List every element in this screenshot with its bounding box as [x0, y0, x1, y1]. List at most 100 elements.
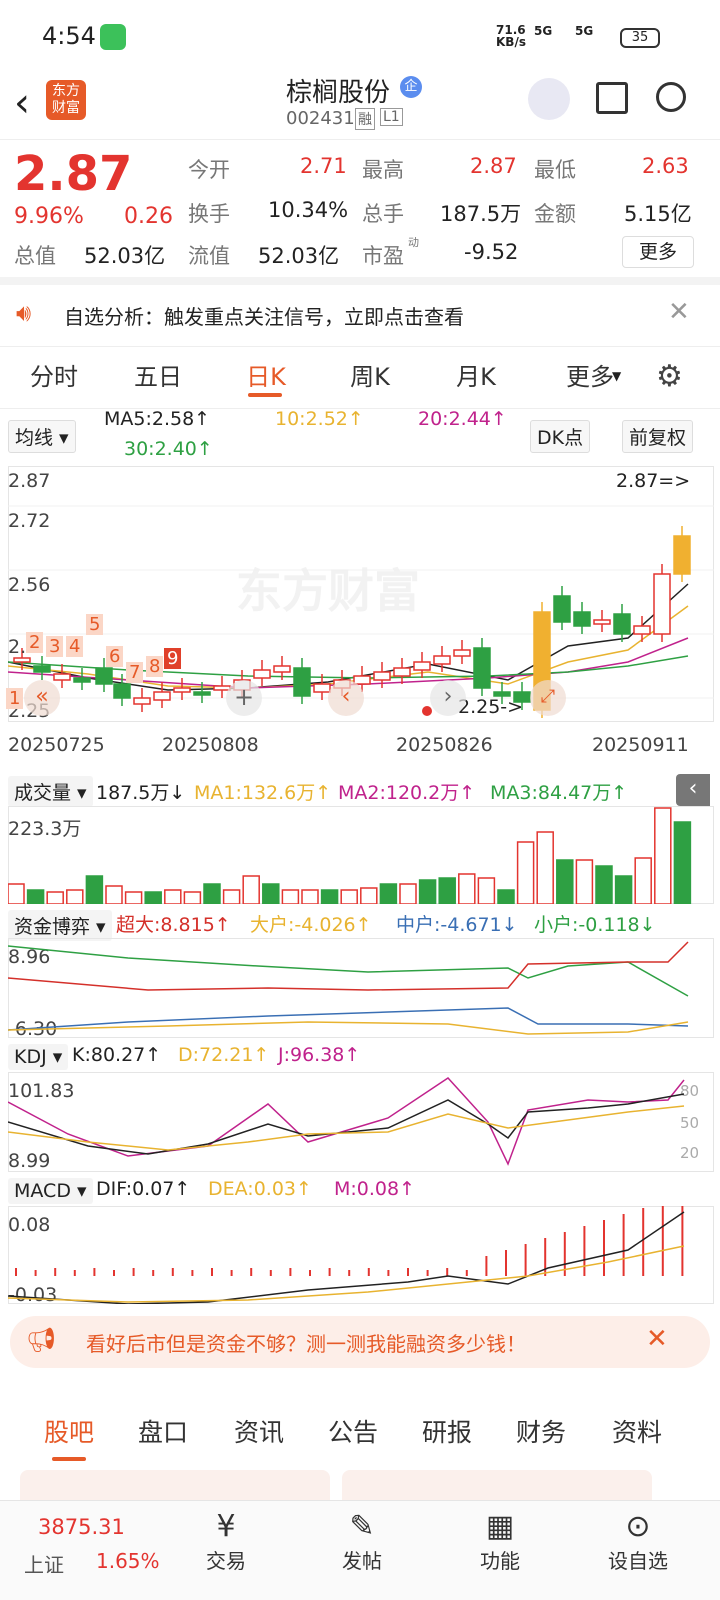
battery-icon: 35 [620, 28, 660, 48]
kdj-k: K:80.27↑ [72, 1044, 162, 1066]
volume-value: 187.5万 [440, 202, 522, 226]
functions-button[interactable]: ▦ 功能 [440, 1509, 560, 1574]
pe-label: 市盈 [362, 244, 404, 268]
macd-dea-line [8, 1245, 685, 1303]
kdj-j: J:96.38↑ [278, 1044, 361, 1066]
close-icon[interactable]: ✕ [646, 1324, 668, 1354]
volume-bar [379, 883, 398, 904]
fullscreen-icon[interactable]: ⤢ [530, 680, 566, 716]
tab-profile[interactable]: 资料 [592, 1405, 682, 1461]
volume-bar [497, 889, 515, 904]
candle-body [53, 673, 71, 681]
volume-bar [654, 807, 672, 904]
macd-chart [8, 1206, 685, 1304]
stock-title: 棕榈股份 [286, 78, 391, 108]
trade-button[interactable]: ¥ 交易 [166, 1509, 286, 1574]
event-dot[interactable] [422, 706, 432, 716]
volume-bar [399, 883, 417, 904]
tab-announcements[interactable]: 公告 [308, 1405, 398, 1461]
search-icon[interactable] [656, 82, 686, 112]
index-value[interactable]: 3875.31 [38, 1515, 125, 1539]
content-tabs: 股吧 盘口 资讯 公告 研报 财务 资料 [0, 1405, 720, 1465]
tab-daily-k[interactable]: 日K [226, 347, 306, 407]
volume-bar [262, 883, 280, 904]
tab-research[interactable]: 研报 [402, 1405, 492, 1461]
add-watchlist-button[interactable]: ⊙ 设自选 [578, 1509, 698, 1574]
alert-banner[interactable]: 🔊︎ 自选分析：触发重点关注信号，立即点击查看 ✕ [0, 285, 720, 347]
volume-bar [242, 875, 260, 904]
signal-label: 5 [86, 614, 104, 635]
post-button[interactable]: ✎ 发帖 [302, 1509, 422, 1574]
macd-selector[interactable]: MACD ▾ [8, 1178, 93, 1204]
float-value: 52.03亿 [258, 244, 340, 268]
macd-m: M:0.08↑ [334, 1178, 416, 1200]
prev-icon[interactable]: ‹ [328, 680, 364, 716]
candle-body [633, 625, 651, 635]
margin-banner-text: 看好后市但是资金不够？测一测我能融资多少钱！ [86, 1332, 526, 1356]
ma-selector[interactable]: 均线 ▾ [8, 420, 76, 453]
fund-selector[interactable]: 资金博弈 ▾ [8, 910, 112, 941]
signal-5g-1: 5G [534, 24, 553, 38]
forward-adjust-button[interactable]: 前复权 [622, 420, 694, 453]
net-speed: 71.6 KB/s [496, 23, 526, 49]
forum-card-peek [342, 1470, 652, 1500]
bottom-toolbar: 3875.31 上证 1.65% ¥ 交易 ✎ 发帖 ▦ 功能 ⊙ 设自选 [0, 1500, 720, 1600]
change-pct: 9.96% [14, 204, 84, 229]
candle-body [413, 661, 431, 671]
signal-label: 2 [26, 632, 44, 653]
close-icon[interactable]: ✕ [668, 297, 690, 327]
quote-panel: 2.87 9.96% 0.26 今开 2.71 最高 2.87 最低 2.63 … [0, 140, 720, 285]
volume-selector[interactable]: 成交量 ▾ [8, 776, 93, 807]
scroll-start-icon[interactable]: « [24, 680, 60, 716]
volume-bar [203, 883, 221, 904]
collapse-panel-icon[interactable]: ‹ [676, 774, 710, 806]
dk-point-button[interactable]: DK点 [530, 420, 591, 453]
margin-banner[interactable]: 📢︎ 看好后市但是资金不够？测一测我能融资多少钱！ ✕ [10, 1316, 710, 1368]
content-tab-indicator [52, 1457, 86, 1461]
ma30-value: 30:2.40↑ [124, 438, 213, 460]
clock: 4:54 [42, 22, 96, 50]
open-value: 2.71 [300, 154, 347, 178]
gear-icon[interactable]: ⚙ [656, 359, 683, 394]
volume-bar [575, 859, 594, 904]
tab-monthly-k[interactable]: 月K [436, 347, 516, 407]
tab-five-day[interactable]: 五日 [118, 347, 198, 407]
x-date-1: 20250725 [8, 734, 105, 756]
pe-superscript: 动 [408, 236, 419, 249]
grid-icon: ▦ [485, 1509, 515, 1544]
share-icon[interactable] [596, 82, 628, 114]
volume-ma3: MA3:84.47万↑ [490, 782, 628, 804]
candle-body [433, 655, 451, 665]
volume-bar [458, 873, 476, 904]
tab-forum[interactable]: 股吧 [24, 1405, 114, 1461]
tab-orderbook[interactable]: 盘口 [118, 1405, 208, 1461]
y-label-2: 2.72 [8, 510, 51, 532]
amount-value: 5.15亿 [624, 202, 692, 226]
more-button[interactable]: 更多 [622, 236, 694, 268]
candle-body [593, 619, 611, 625]
level-tag[interactable]: L1 [380, 108, 403, 126]
signal-5g-2: 5G [575, 24, 594, 38]
assistant-avatar[interactable] [528, 78, 570, 120]
kdj-selector[interactable]: KDJ ▾ [8, 1044, 69, 1070]
megaphone-icon: 📢︎ [26, 1326, 57, 1354]
volume-bar [183, 891, 202, 904]
tab-news[interactable]: 资讯 [214, 1405, 304, 1461]
tab-intraday[interactable]: 分时 [14, 347, 94, 407]
candle-body [193, 691, 211, 696]
tab-finance[interactable]: 财务 [496, 1405, 586, 1461]
tab-weekly-k[interactable]: 周K [330, 347, 410, 407]
add-watchlist-label: 设自选 [608, 1549, 668, 1573]
zoom-in-icon[interactable]: + [226, 680, 262, 716]
kdj-d-line [8, 1105, 685, 1151]
candle-body [73, 677, 91, 683]
volume-bar [340, 889, 358, 904]
ma5-value: MA5:2.58↑ [104, 408, 211, 430]
low-label: 最低 [534, 158, 576, 182]
candle-body [673, 535, 691, 575]
volume-bar [105, 885, 123, 904]
next-icon[interactable]: › [430, 680, 466, 716]
kline-chart [8, 505, 714, 718]
back-icon[interactable]: ‹ [14, 80, 30, 126]
macd-dea: DEA:0.03↑ [208, 1178, 312, 1200]
